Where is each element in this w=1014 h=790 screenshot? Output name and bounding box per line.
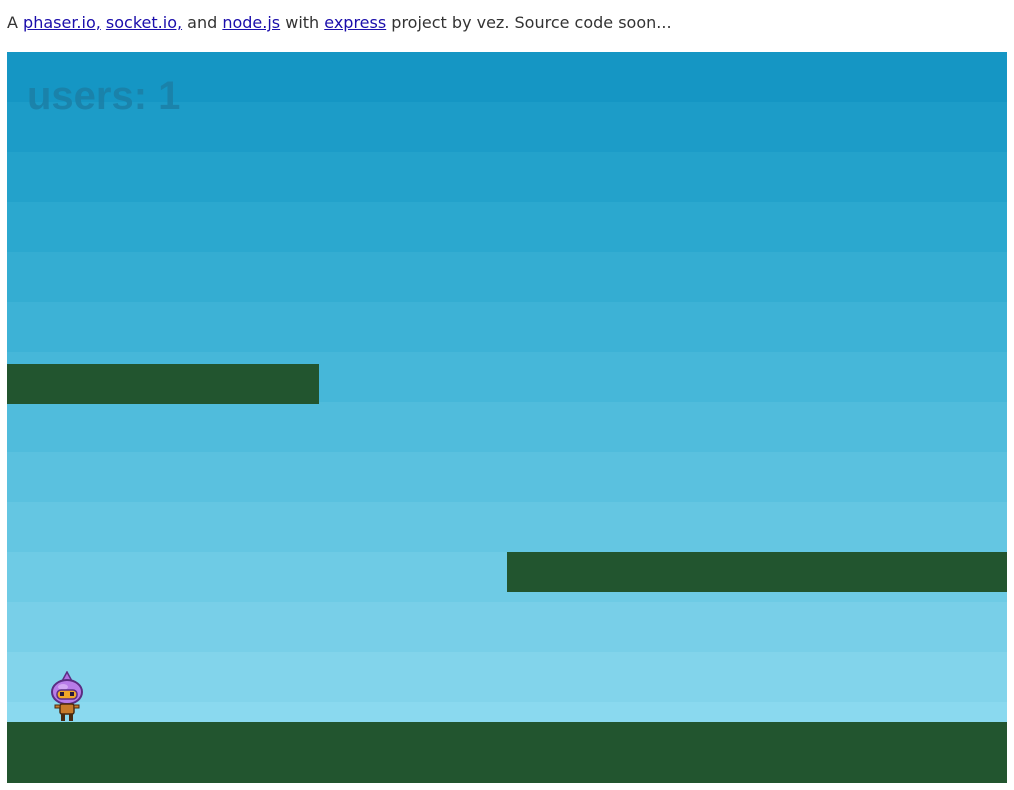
sky-band [7,402,1007,452]
platform-right-ledge [507,552,1007,592]
sky-band [7,252,1007,302]
sky-band [7,302,1007,352]
sky-band [7,452,1007,502]
sky-band [7,502,1007,552]
socketio-link[interactable]: socket.io, [106,13,182,32]
sky-band [7,152,1007,202]
intro-text: A phaser.io, socket.io, and node.js with… [7,11,672,35]
platform-left-ledge [7,364,319,404]
intro-sep-3: with [280,13,325,32]
ground-platform [7,722,1007,783]
phaser-link[interactable]: phaser.io, [23,13,101,32]
intro-suffix: project by vez. Source code soon... [386,13,672,32]
intro-prefix: A [7,13,24,32]
sky-band [7,202,1007,252]
users-counter: users: 1 [27,74,181,118]
intro-sep-2: and [182,13,223,32]
sky-band [7,602,1007,652]
player-character-icon [47,670,87,723]
game-canvas[interactable]: users: 1 [7,52,1007,783]
express-link[interactable]: express [324,13,386,32]
nodejs-link[interactable]: node.js [222,13,280,32]
sky-band [7,652,1007,702]
